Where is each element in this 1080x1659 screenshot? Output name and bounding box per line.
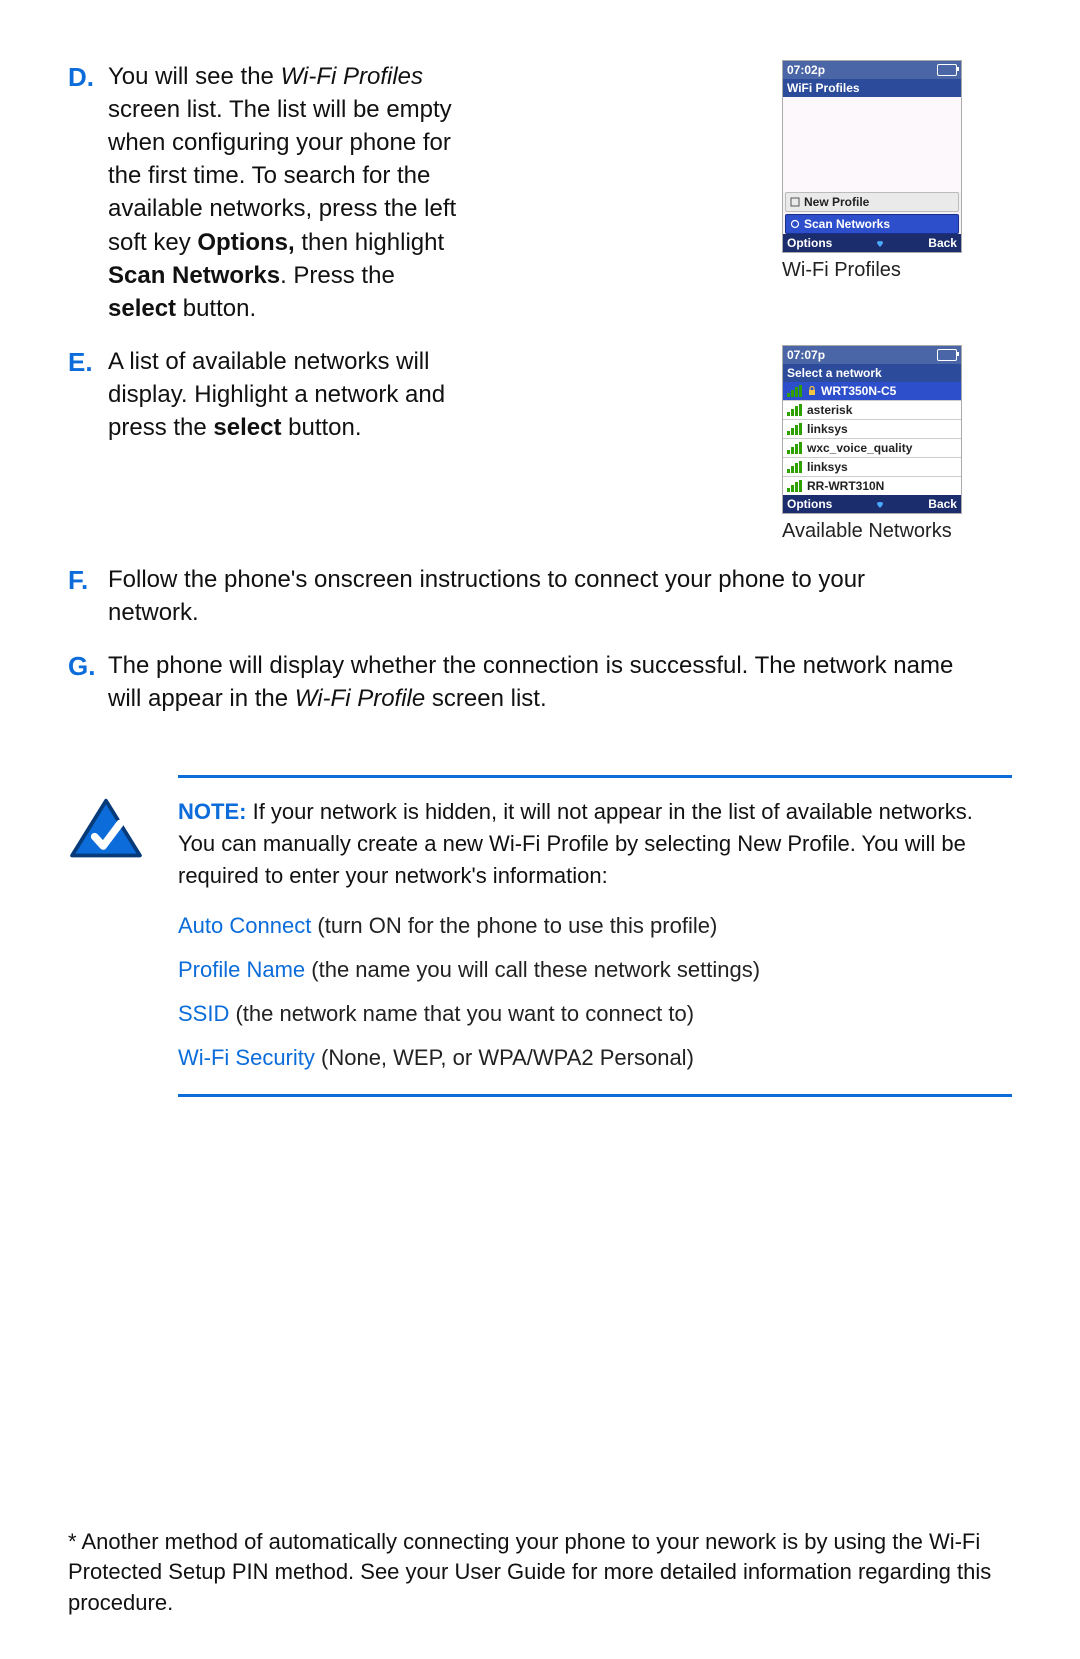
note-field-3-label: Wi-Fi Security (178, 1045, 315, 1070)
step-e-row: E. A list of available networks will dis… (68, 345, 1012, 543)
step-e-seg2: button. (281, 414, 361, 441)
network-item-0-label: WRT350N-C5 (821, 384, 896, 398)
note-icon-col (68, 775, 148, 868)
figure-wifi-profiles-caption: Wi-Fi Profiles (782, 259, 1012, 282)
network-item-2: linksys (783, 419, 961, 438)
network-item-5: RR-WRT310N (783, 476, 961, 495)
note-field-1-label: Profile Name (178, 957, 305, 982)
step-e-select-bold: select (213, 414, 281, 441)
step-g-row: G. The phone will display whether the co… (68, 649, 1012, 715)
step-f-row: F. Follow the phone's onscreen instructi… (68, 563, 1012, 629)
network-item-1: asterisk (783, 400, 961, 419)
note-field-0-desc: (turn ON for the phone to use this profi… (311, 913, 717, 938)
network-item-3-label: wxc_voice_quality (807, 441, 912, 455)
step-d-seg1: You will see the (108, 63, 281, 90)
step-d-seg3: then highlight (295, 229, 444, 256)
footnote: * Another method of automatically connec… (68, 1527, 1012, 1619)
page: D. You will see the Wi-Fi Profiles scree… (0, 0, 1080, 1659)
signal-icon (787, 461, 803, 473)
phone-screen-available-networks: 07:07p Select a network WRT350N-C5 aster… (782, 345, 962, 514)
signal-icon (787, 442, 803, 454)
note-block: NOTE: If your network is hidden, it will… (68, 775, 1012, 1096)
step-e-wrapper: E. A list of available networks will dis… (68, 345, 752, 444)
note-paragraph: NOTE: If your network is hidden, it will… (178, 796, 1012, 892)
network-item-3: wxc_voice_quality (783, 438, 961, 457)
phone-softkey-left: Options (787, 236, 832, 250)
network-item-5-label: RR-WRT310N (807, 479, 884, 493)
step-d-options-bold: Options, (197, 229, 294, 256)
battery-icon-2 (937, 349, 957, 361)
step-d-wifi-italic: Wi-Fi Profiles (281, 63, 423, 90)
phone-titlebar-2: Select a network (783, 364, 961, 382)
note-field-1-desc: (the name you will call these network se… (305, 957, 760, 982)
phone-menu-scan-networks-label: Scan Networks (804, 217, 890, 231)
step-g-text: The phone will display whether the conne… (108, 649, 958, 715)
step-letter-e: E. (68, 345, 108, 380)
phone-time-2: 07:07p (787, 348, 825, 362)
note-field-3-desc: (None, WEP, or WPA/WPA2 Personal) (315, 1045, 694, 1070)
network-item-0: WRT350N-C5 (783, 382, 961, 400)
note-content: NOTE: If your network is hidden, it will… (178, 775, 1012, 1096)
step-d-select-bold: select (108, 295, 176, 322)
figure-available-networks: 07:07p Select a network WRT350N-C5 aster… (782, 345, 1012, 543)
new-profile-icon (790, 197, 800, 207)
phone-statusbar: 07:02p (783, 61, 961, 79)
phone-softkey-left-2: Options (787, 497, 832, 511)
note-field-profile-name: Profile Name (the name you will call the… (178, 954, 1012, 986)
lock-icon (807, 386, 817, 396)
step-letter-g: G. (68, 649, 108, 684)
phone-menu-new-profile-label: New Profile (804, 195, 869, 209)
phone-screen-wifi-profiles: 07:02p WiFi Profiles New Profile Scan Ne… (782, 60, 962, 253)
step-g-seg2: screen list. (425, 685, 546, 712)
note-field-0-label: Auto Connect (178, 913, 311, 938)
note-label: NOTE: (178, 799, 246, 824)
step-d-seg5: button. (176, 295, 256, 322)
wifi-softkey-icon-2 (872, 499, 888, 509)
battery-icon (937, 64, 957, 76)
step-d-seg4: . Press the (280, 262, 395, 289)
phone-statusbar-2: 07:07p (783, 346, 961, 364)
note-body: If your network is hidden, it will not a… (178, 799, 973, 888)
phone-softkey-right-2: Back (928, 497, 957, 511)
step-d-row: D. You will see the Wi-Fi Profiles scree… (68, 60, 1012, 325)
step-letter-d: D. (68, 60, 108, 95)
network-item-4: linksys (783, 457, 961, 476)
network-item-4-label: linksys (807, 460, 848, 474)
phone-softkeybar: Options Back (783, 234, 961, 252)
step-d-wrapper: D. You will see the Wi-Fi Profiles scree… (68, 60, 752, 325)
note-field-wifi-security: Wi-Fi Security (None, WEP, or WPA/WPA2 P… (178, 1042, 1012, 1074)
step-f-text: Follow the phone's onscreen instructions… (108, 563, 958, 629)
step-e-text: A list of available networks will displa… (108, 345, 468, 444)
scan-networks-icon (790, 219, 800, 229)
phone-softkeybar-2: Options Back (783, 495, 961, 513)
phone-softkey-right: Back (928, 236, 957, 250)
phone-menu-scan-networks: Scan Networks (785, 214, 959, 234)
checkmark-triangle-icon (68, 797, 144, 863)
signal-icon (787, 480, 803, 492)
step-g-wifi-italic: Wi-Fi Profile (295, 685, 425, 712)
figure-wifi-profiles: 07:02p WiFi Profiles New Profile Scan Ne… (782, 60, 1012, 282)
phone-time: 07:02p (787, 63, 825, 77)
phone-titlebar: WiFi Profiles (783, 79, 961, 97)
note-field-2-label: SSID (178, 1001, 229, 1026)
phone-body-empty (783, 97, 961, 192)
phone-network-list: WRT350N-C5 asterisk linksys wxc_voice_qu… (783, 382, 961, 495)
step-d-scan-bold: Scan Networks (108, 262, 280, 289)
signal-icon (787, 404, 803, 416)
network-item-2-label: linksys (807, 422, 848, 436)
step-d-text: You will see the Wi-Fi Profiles screen l… (108, 60, 468, 325)
note-field-auto-connect: Auto Connect (turn ON for the phone to u… (178, 910, 1012, 942)
signal-icon (787, 385, 803, 397)
wifi-softkey-icon (872, 238, 888, 248)
signal-icon (787, 423, 803, 435)
network-item-1-label: asterisk (807, 403, 852, 417)
phone-menu-new-profile: New Profile (785, 192, 959, 212)
figure-available-networks-caption: Available Networks (782, 520, 1012, 543)
note-field-2-desc: (the network name that you want to conne… (229, 1001, 694, 1026)
note-field-ssid: SSID (the network name that you want to … (178, 998, 1012, 1030)
step-letter-f: F. (68, 563, 108, 598)
